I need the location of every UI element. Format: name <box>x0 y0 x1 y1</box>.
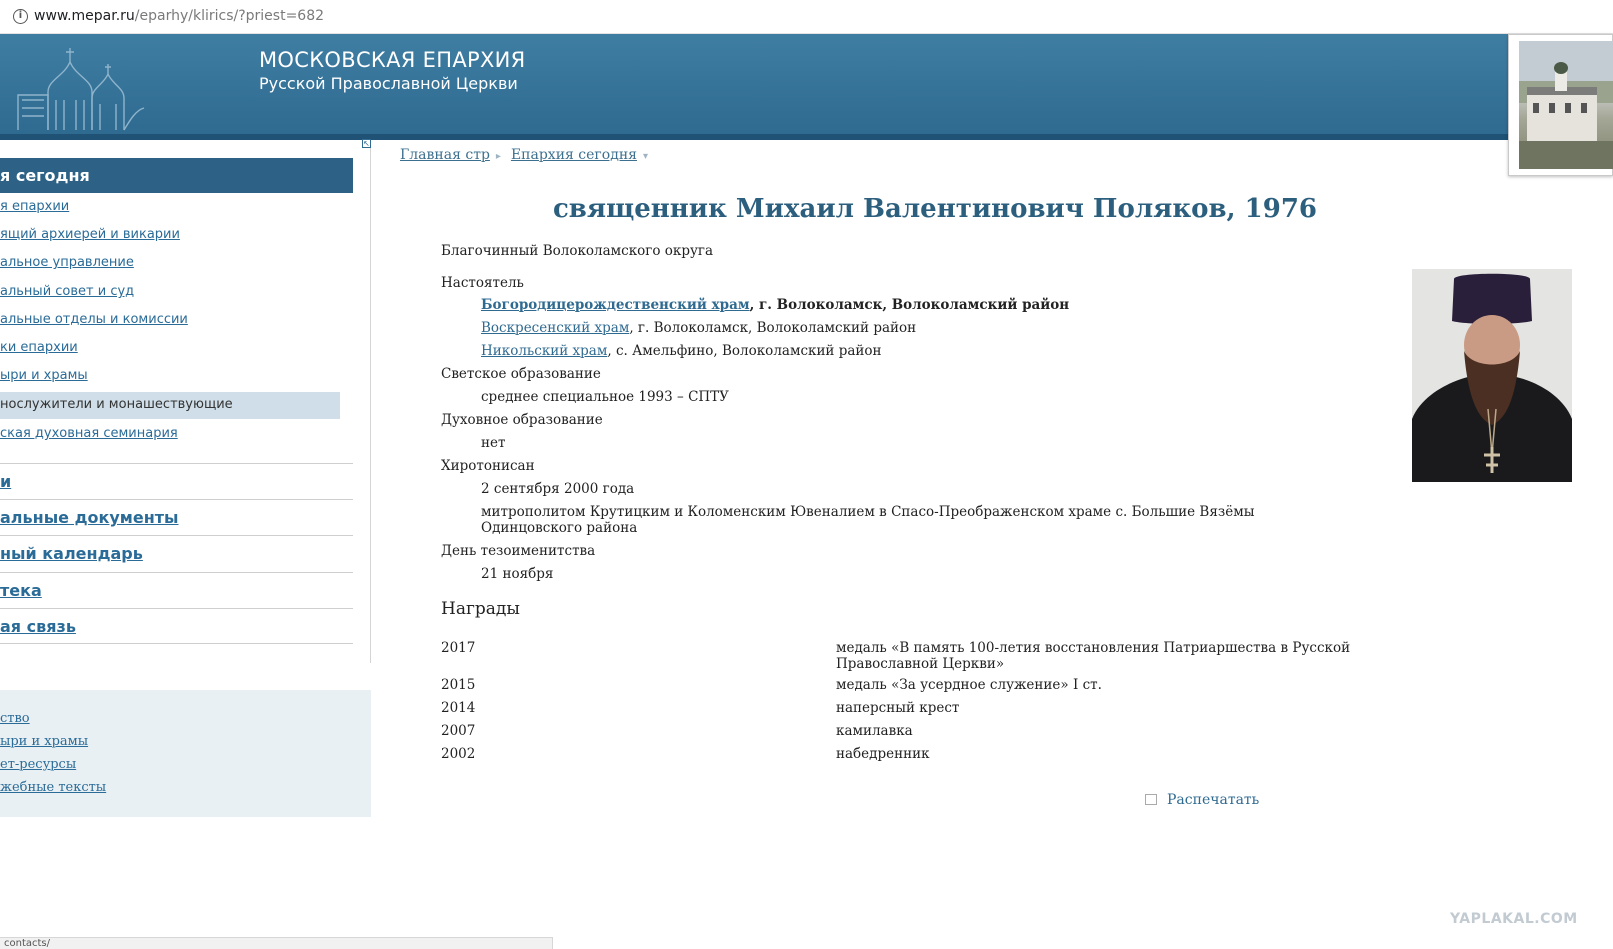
url-text[interactable]: www.mepar.ru/eparhy/klirics/?priest=682 <box>34 8 324 24</box>
sidebar-item[interactable]: я епархии <box>0 199 69 214</box>
address-bar[interactable]: i www.mepar.ru/eparhy/klirics/?priest=68… <box>0 0 1613 34</box>
chevron-down-icon[interactable]: ▾ <box>643 151 648 162</box>
ordained-date: 2 сентября 2000 года <box>481 481 635 497</box>
secular-edu-label: Светское образование <box>441 366 601 382</box>
cathedral-logo-icon[interactable] <box>8 40 146 132</box>
sidebar-big-item[interactable]: тека <box>0 572 353 608</box>
secular-edu-value: среднее специальное 1993 – СПТУ <box>481 389 729 405</box>
award-name: камилавка <box>836 723 913 739</box>
sidebar-big-item[interactable]: ая связь <box>0 608 353 644</box>
sidebar-item[interactable]: ыри и храмы <box>0 368 88 383</box>
award-name: наперсный крест <box>836 700 960 716</box>
info-icon[interactable]: i <box>13 9 28 24</box>
priest-position: Благочинный Волоколамского округа <box>441 243 714 259</box>
sidebar-section-title[interactable]: я сегодня <box>0 158 353 193</box>
site-header: МОСКОВСКАЯ ЕПАРХИЯ Русской Православной … <box>0 34 1613 140</box>
sidebar-item[interactable]: ки епархии <box>0 340 78 355</box>
sidebar-item-active[interactable]: нослужители и монашествующие <box>0 392 340 419</box>
status-text: contacts/ <box>4 938 51 949</box>
breadcrumb: Главная стр ▸ Епархия сегодня ▾ <box>400 147 658 163</box>
church-link[interactable]: Воскресенский храм <box>481 320 629 336</box>
sidebar-item[interactable]: альный совет и суд <box>0 284 134 299</box>
award-line: медаль «В память 100-летия восстановлени… <box>836 640 1351 656</box>
page-title: священник Михаил Валентинович Поляков, 1… <box>552 194 1318 224</box>
award-year: 2014 <box>441 700 476 716</box>
church-link[interactable]: Богородицерождественский храм <box>481 297 750 313</box>
nameday-value: 21 ноября <box>481 566 554 582</box>
church-link[interactable]: Никольский храм <box>481 343 607 359</box>
church-row: Богородицерождественский храм, г. Волоко… <box>481 297 1069 313</box>
printer-icon <box>1145 794 1157 805</box>
sidebar-item[interactable]: альное управление <box>0 255 134 270</box>
sidebar-box-link[interactable]: ет-ресурсы <box>0 757 76 772</box>
spiritual-edu-label: Духовное образование <box>441 412 603 428</box>
award-year: 2015 <box>441 677 476 693</box>
sidebar-big-item[interactable]: ный календарь <box>0 535 353 571</box>
url-path: /eparhy/klirics/?priest=682 <box>134 8 325 24</box>
print-label: Распечатать <box>1167 792 1260 808</box>
collapse-icon[interactable]: ↖ <box>362 139 371 148</box>
monastery-photo[interactable] <box>1508 34 1613 176</box>
awards-heading: Награды <box>441 599 520 619</box>
sidebar-big-item[interactable]: и <box>0 463 353 499</box>
browser-status-bar: contacts/ <box>0 937 553 949</box>
sidebar-box-link[interactable]: ство <box>0 711 30 726</box>
award-line: Православной Церкви» <box>836 656 1005 672</box>
ordained-by: митрополитом Крутицким и Коломенским Юве… <box>481 504 1255 520</box>
church-row: Никольский храм, с. Амельфино, Волоколам… <box>481 343 882 359</box>
church-row: Воскресенский храм, г. Волоколамск, Воло… <box>481 320 916 336</box>
print-button[interactable]: Распечатать <box>1145 792 1259 808</box>
sidebar-box-link[interactable]: ыри и храмы <box>0 734 88 749</box>
sidebar-item[interactable]: ящий архиерей и викарии <box>0 227 180 242</box>
site-subtitle: Русской Православной Церкви <box>259 74 518 93</box>
url-host: www.mepar.ru <box>34 8 135 24</box>
site-title: МОСКОВСКАЯ ЕПАРХИЯ <box>259 48 526 72</box>
rector-label: Настоятель <box>441 275 524 291</box>
chevron-right-icon: ▸ <box>495 151 501 162</box>
award-year: 2017 <box>441 640 476 656</box>
breadcrumb-section[interactable]: Епархия сегодня <box>511 147 637 163</box>
spiritual-edu-value: нет <box>481 435 506 451</box>
sidebar-big-item[interactable]: альные документы <box>0 499 353 535</box>
watermark: YAPLAKAL.COM <box>1450 911 1578 927</box>
sidebar-box-link[interactable]: жебные тексты <box>0 780 106 795</box>
priest-photo[interactable] <box>1412 269 1572 482</box>
church-location: , г. Волоколамск, Волоколамский район <box>749 297 1070 313</box>
sidebar-links-box <box>0 690 371 817</box>
church-location: , г. Волоколамск, Волоколамский район <box>629 320 917 336</box>
award-name: медаль «За усердное служение» I ст. <box>836 677 1102 693</box>
monastery-image <box>1519 41 1613 169</box>
ordained-by-cont: Одинцовского района <box>481 520 638 536</box>
award-name: медаль «В память 100-летия восстановлени… <box>836 640 1350 672</box>
nameday-label: День тезоименитства <box>441 543 596 559</box>
church-location: , с. Амельфино, Волоколамский район <box>607 343 882 359</box>
sidebar-item[interactable]: альные отделы и комиссии <box>0 312 188 327</box>
breadcrumb-home[interactable]: Главная стр <box>400 147 490 163</box>
award-name: набедренник <box>836 746 930 762</box>
ordained-label: Хиротонисан <box>441 458 535 474</box>
award-year: 2002 <box>441 746 476 762</box>
sidebar-item[interactable]: ская духовная семинария <box>0 426 178 441</box>
award-year: 2007 <box>441 723 476 739</box>
